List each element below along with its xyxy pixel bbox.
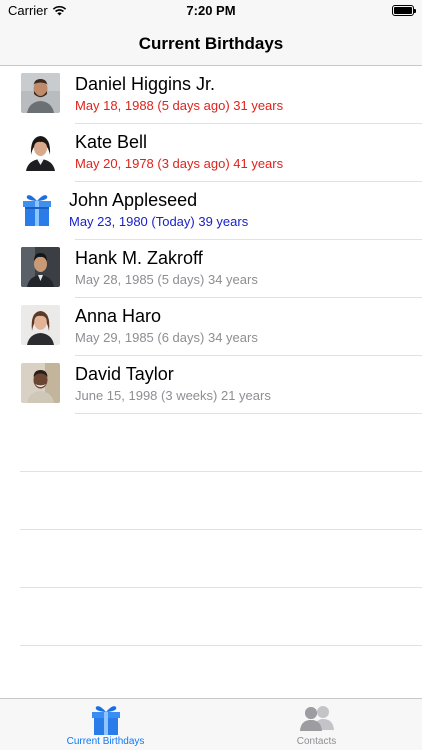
contact-name: David Taylor	[75, 364, 174, 384]
navigation-bar: Current Birthdays	[0, 22, 422, 66]
contact-name: Kate Bell	[75, 132, 148, 152]
empty-row	[0, 588, 422, 646]
birthday-row[interactable]: Hank M. Zakroff May 28, 1985 (5 days) 34…	[0, 240, 422, 298]
contact-name: Daniel Higgins Jr.	[75, 74, 216, 94]
avatar	[21, 363, 60, 403]
birthday-row[interactable]: Daniel Higgins Jr. May 18, 1988 (5 days …	[0, 66, 422, 124]
gift-icon	[21, 192, 53, 228]
empty-row	[0, 414, 422, 472]
tab-bar: Current Birthdays Contacts	[0, 698, 422, 750]
status-time: 7:20 PM	[186, 3, 236, 18]
empty-row	[0, 530, 422, 588]
avatar	[21, 131, 60, 171]
birthday-detail: May 18, 1988 (5 days ago) 31 years	[75, 98, 284, 113]
tab-label: Current Birthdays	[66, 736, 145, 747]
tab-current-birthdays[interactable]: Current Birthdays	[0, 699, 211, 751]
birthday-list[interactable]: Daniel Higgins Jr. May 18, 1988 (5 days …	[0, 66, 422, 698]
birthday-detail: June 15, 1998 (3 weeks) 21 years	[75, 388, 271, 403]
contacts-icon	[299, 706, 334, 731]
birthday-detail: May 29, 1985 (6 days) 34 years	[75, 330, 258, 345]
birthday-row[interactable]: Anna Haro May 29, 1985 (6 days) 34 years	[0, 298, 422, 356]
contact-name: John Appleseed	[69, 190, 198, 210]
status-bar: Carrier 7:20 PM	[0, 0, 422, 22]
tab-contacts[interactable]: Contacts	[211, 699, 422, 751]
gift-icon	[91, 706, 120, 735]
birthday-row[interactable]: John Appleseed May 23, 1980 (Today) 39 y…	[0, 182, 422, 240]
avatar	[21, 247, 60, 287]
birthday-row[interactable]: Kate Bell May 20, 1978 (3 days ago) 41 y…	[0, 124, 422, 182]
contact-name: Hank M. Zakroff	[75, 248, 203, 268]
avatar	[21, 305, 60, 345]
empty-row	[0, 472, 422, 530]
contact-name: Anna Haro	[75, 306, 162, 326]
tab-label: Contacts	[296, 736, 337, 747]
page-title: Current Birthdays	[138, 34, 284, 53]
birthday-detail: May 23, 1980 (Today) 39 years	[69, 214, 249, 229]
birthday-row[interactable]: David Taylor June 15, 1998 (3 weeks) 21 …	[0, 356, 422, 414]
avatar	[21, 73, 60, 113]
battery-icon	[392, 5, 416, 16]
birthday-detail: May 20, 1978 (3 days ago) 41 years	[75, 156, 284, 171]
birthday-detail: May 28, 1985 (5 days) 34 years	[75, 272, 258, 287]
